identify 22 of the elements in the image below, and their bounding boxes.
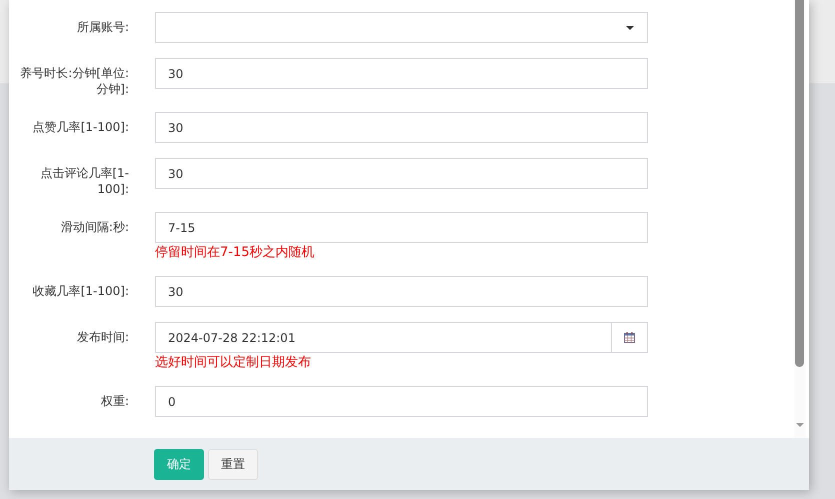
caret-icon bbox=[626, 26, 634, 30]
field-label: 点击评论几率[1-100]: bbox=[39, 165, 129, 197]
input-field[interactable]: 30 bbox=[155, 112, 648, 143]
field-label: 点赞几率[1-100]: bbox=[32, 119, 129, 136]
calendar-icon[interactable] bbox=[624, 332, 635, 343]
field-label: 收藏几率[1-100]: bbox=[32, 283, 129, 300]
field-label: 权重: bbox=[100, 393, 129, 410]
input-field[interactable]: 30 bbox=[155, 58, 648, 89]
select-field[interactable] bbox=[155, 12, 648, 43]
scrollbar[interactable] bbox=[794, 0, 806, 438]
field-label: 所属账号: bbox=[76, 19, 129, 36]
input-field[interactable]: 7-15 bbox=[155, 212, 648, 243]
field-label: 养号时长:分钟[单位:分钟]: bbox=[19, 65, 129, 97]
date-field[interactable]: 2024-07-28 22:12:01 bbox=[155, 322, 648, 353]
hint-text: 选好时间可以定制日期发布 bbox=[155, 355, 312, 371]
field-label: 发布时间: bbox=[76, 329, 129, 346]
input-field[interactable]: 30 bbox=[155, 276, 648, 307]
field-label: 滑动间隔:秒: bbox=[60, 219, 129, 236]
input-field[interactable]: 30 bbox=[155, 158, 648, 189]
hint-text: 停留时间在7-15秒之内随机 bbox=[155, 245, 316, 261]
reset-button[interactable]: 重置 bbox=[208, 448, 258, 480]
input-field[interactable]: 0 bbox=[155, 386, 648, 417]
